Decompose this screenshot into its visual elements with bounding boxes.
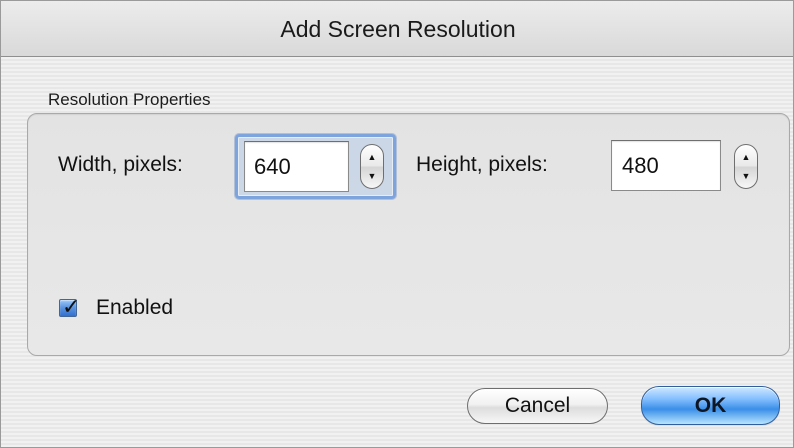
stepper-up-icon[interactable]: ▲ bbox=[735, 147, 757, 167]
enabled-checkbox[interactable]: ✓ bbox=[59, 294, 81, 319]
width-stepper[interactable]: ▲ ▼ bbox=[360, 144, 384, 189]
height-label: Height, pixels: bbox=[416, 153, 548, 176]
stepper-down-icon[interactable]: ▼ bbox=[361, 166, 383, 186]
enabled-label: Enabled bbox=[96, 296, 174, 319]
title-bar: Add Screen Resolution bbox=[1, 1, 793, 57]
dialog-window: Add Screen Resolution Resolution Propert… bbox=[0, 0, 794, 448]
checkmark-icon: ✓ bbox=[62, 294, 81, 319]
resolution-properties-label: Resolution Properties bbox=[48, 90, 211, 109]
width-label: Width, pixels: bbox=[58, 153, 183, 176]
width-input[interactable] bbox=[244, 141, 349, 192]
stepper-up-icon[interactable]: ▲ bbox=[361, 147, 383, 167]
cancel-button[interactable]: Cancel bbox=[467, 388, 608, 424]
height-input[interactable] bbox=[611, 140, 721, 191]
height-stepper[interactable]: ▲ ▼ bbox=[734, 144, 758, 189]
ok-button[interactable]: OK bbox=[641, 386, 780, 425]
stepper-down-icon[interactable]: ▼ bbox=[735, 166, 757, 186]
dialog-title: Add Screen Resolution bbox=[280, 16, 516, 42]
